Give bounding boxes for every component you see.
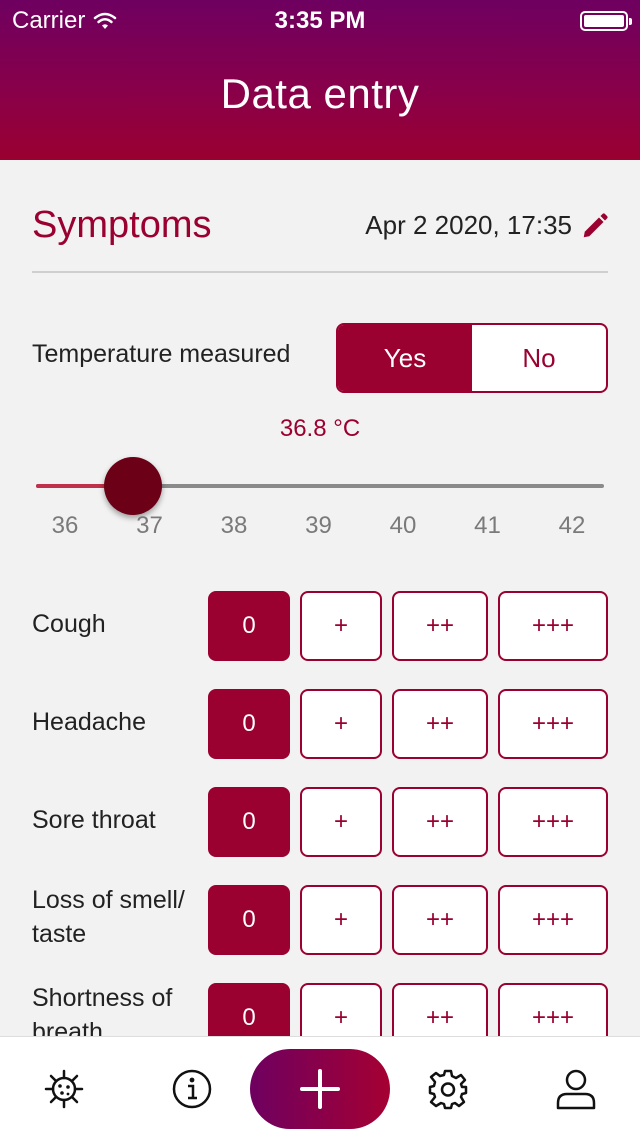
severity-button-moderate[interactable]: ++ <box>392 689 488 759</box>
tab-settings[interactable] <box>426 1067 470 1111</box>
severity-button-moderate[interactable]: ++ <box>392 885 488 955</box>
section-title: Symptoms <box>32 204 212 246</box>
severity-button-mild[interactable]: + <box>300 885 382 955</box>
severity-button-severe[interactable]: +++ <box>498 885 608 955</box>
profile-icon <box>556 1069 596 1110</box>
entry-date: Apr 2 2020, 17:35 <box>365 210 572 240</box>
slider-tick-labels: 36 37 38 39 40 41 42 <box>0 512 640 544</box>
symptom-row: Loss of smell/ taste 0 + ++ +++ <box>0 885 640 955</box>
temperature-measured-toggle[interactable]: Yes No <box>336 323 608 393</box>
severity-button-mild[interactable]: + <box>300 983 382 1036</box>
header-bar: Carrier 3:35 PM Data entry <box>0 0 640 160</box>
severity-button-severe[interactable]: +++ <box>498 591 608 661</box>
severity-button-mild[interactable]: + <box>300 689 382 759</box>
plus-icon <box>300 1069 340 1109</box>
slider-tick-label: 42 <box>558 512 586 539</box>
severity-button-mild[interactable]: + <box>300 591 382 661</box>
virus-icon <box>44 1069 84 1109</box>
severity-button-severe[interactable]: +++ <box>498 689 608 759</box>
temperature-label: Temperature measured <box>32 340 291 368</box>
slider-tick-label: 38 <box>220 512 248 539</box>
severity-button-severe[interactable]: +++ <box>498 787 608 857</box>
section-divider <box>32 271 608 273</box>
data-entry-form[interactable]: Symptoms Apr 2 2020, 17:35 Temperature m… <box>0 160 640 1036</box>
symptom-row: Cough 0 + ++ +++ <box>0 591 640 661</box>
symptom-row: Shortness of breath 0 + ++ +++ <box>0 983 640 1036</box>
severity-button-none[interactable]: 0 <box>208 983 290 1036</box>
slider-tick-label: 41 <box>474 512 501 539</box>
severity-button-moderate[interactable]: ++ <box>392 591 488 661</box>
severity-button-none[interactable]: 0 <box>208 689 290 759</box>
gear-icon <box>428 1069 468 1110</box>
toggle-no[interactable]: No <box>472 325 606 391</box>
symptom-row: Sore throat 0 + ++ +++ <box>0 787 640 857</box>
tab-bar <box>0 1036 640 1136</box>
slider-tick-label: 39 <box>305 512 332 539</box>
severity-button-none[interactable]: 0 <box>208 885 290 955</box>
status-bar: Carrier 3:35 PM <box>0 0 640 40</box>
severity-button-severe[interactable]: +++ <box>498 983 608 1036</box>
tab-info[interactable] <box>170 1067 214 1111</box>
symptom-label: Sore throat <box>32 806 156 834</box>
severity-button-mild[interactable]: + <box>300 787 382 857</box>
battery-icon <box>580 11 632 31</box>
tab-profile[interactable] <box>554 1067 598 1111</box>
symptom-label: Loss of smell/ taste <box>32 886 185 948</box>
symptom-label: Cough <box>32 610 106 638</box>
temperature-slider[interactable] <box>36 457 604 515</box>
slider-tick-label: 37 <box>136 512 163 539</box>
page-title: Data entry <box>220 70 420 117</box>
temperature-value: 36.8 °C <box>279 415 361 442</box>
info-icon <box>172 1069 212 1109</box>
severity-button-moderate[interactable]: ++ <box>392 983 488 1036</box>
slider-thumb[interactable] <box>103 457 162 515</box>
severity-button-none[interactable]: 0 <box>208 787 290 857</box>
slider-tick-label: 36 <box>51 512 79 539</box>
add-entry-button[interactable] <box>250 1049 390 1129</box>
toggle-yes[interactable]: Yes <box>338 325 472 391</box>
severity-button-moderate[interactable]: ++ <box>392 787 488 857</box>
date-editor[interactable]: Apr 2 2020, 17:35 <box>365 210 610 241</box>
symptom-row: Headache 0 + ++ +++ <box>0 689 640 759</box>
slider-tick-label: 40 <box>389 512 417 539</box>
symptom-label: Headache <box>32 708 146 736</box>
symptom-label: Shortness of breath <box>32 984 173 1036</box>
status-time: 3:35 PM <box>274 7 366 34</box>
edit-pencil-icon[interactable] <box>580 211 610 241</box>
tab-virus[interactable] <box>42 1067 86 1111</box>
severity-button-none[interactable]: 0 <box>208 591 290 661</box>
